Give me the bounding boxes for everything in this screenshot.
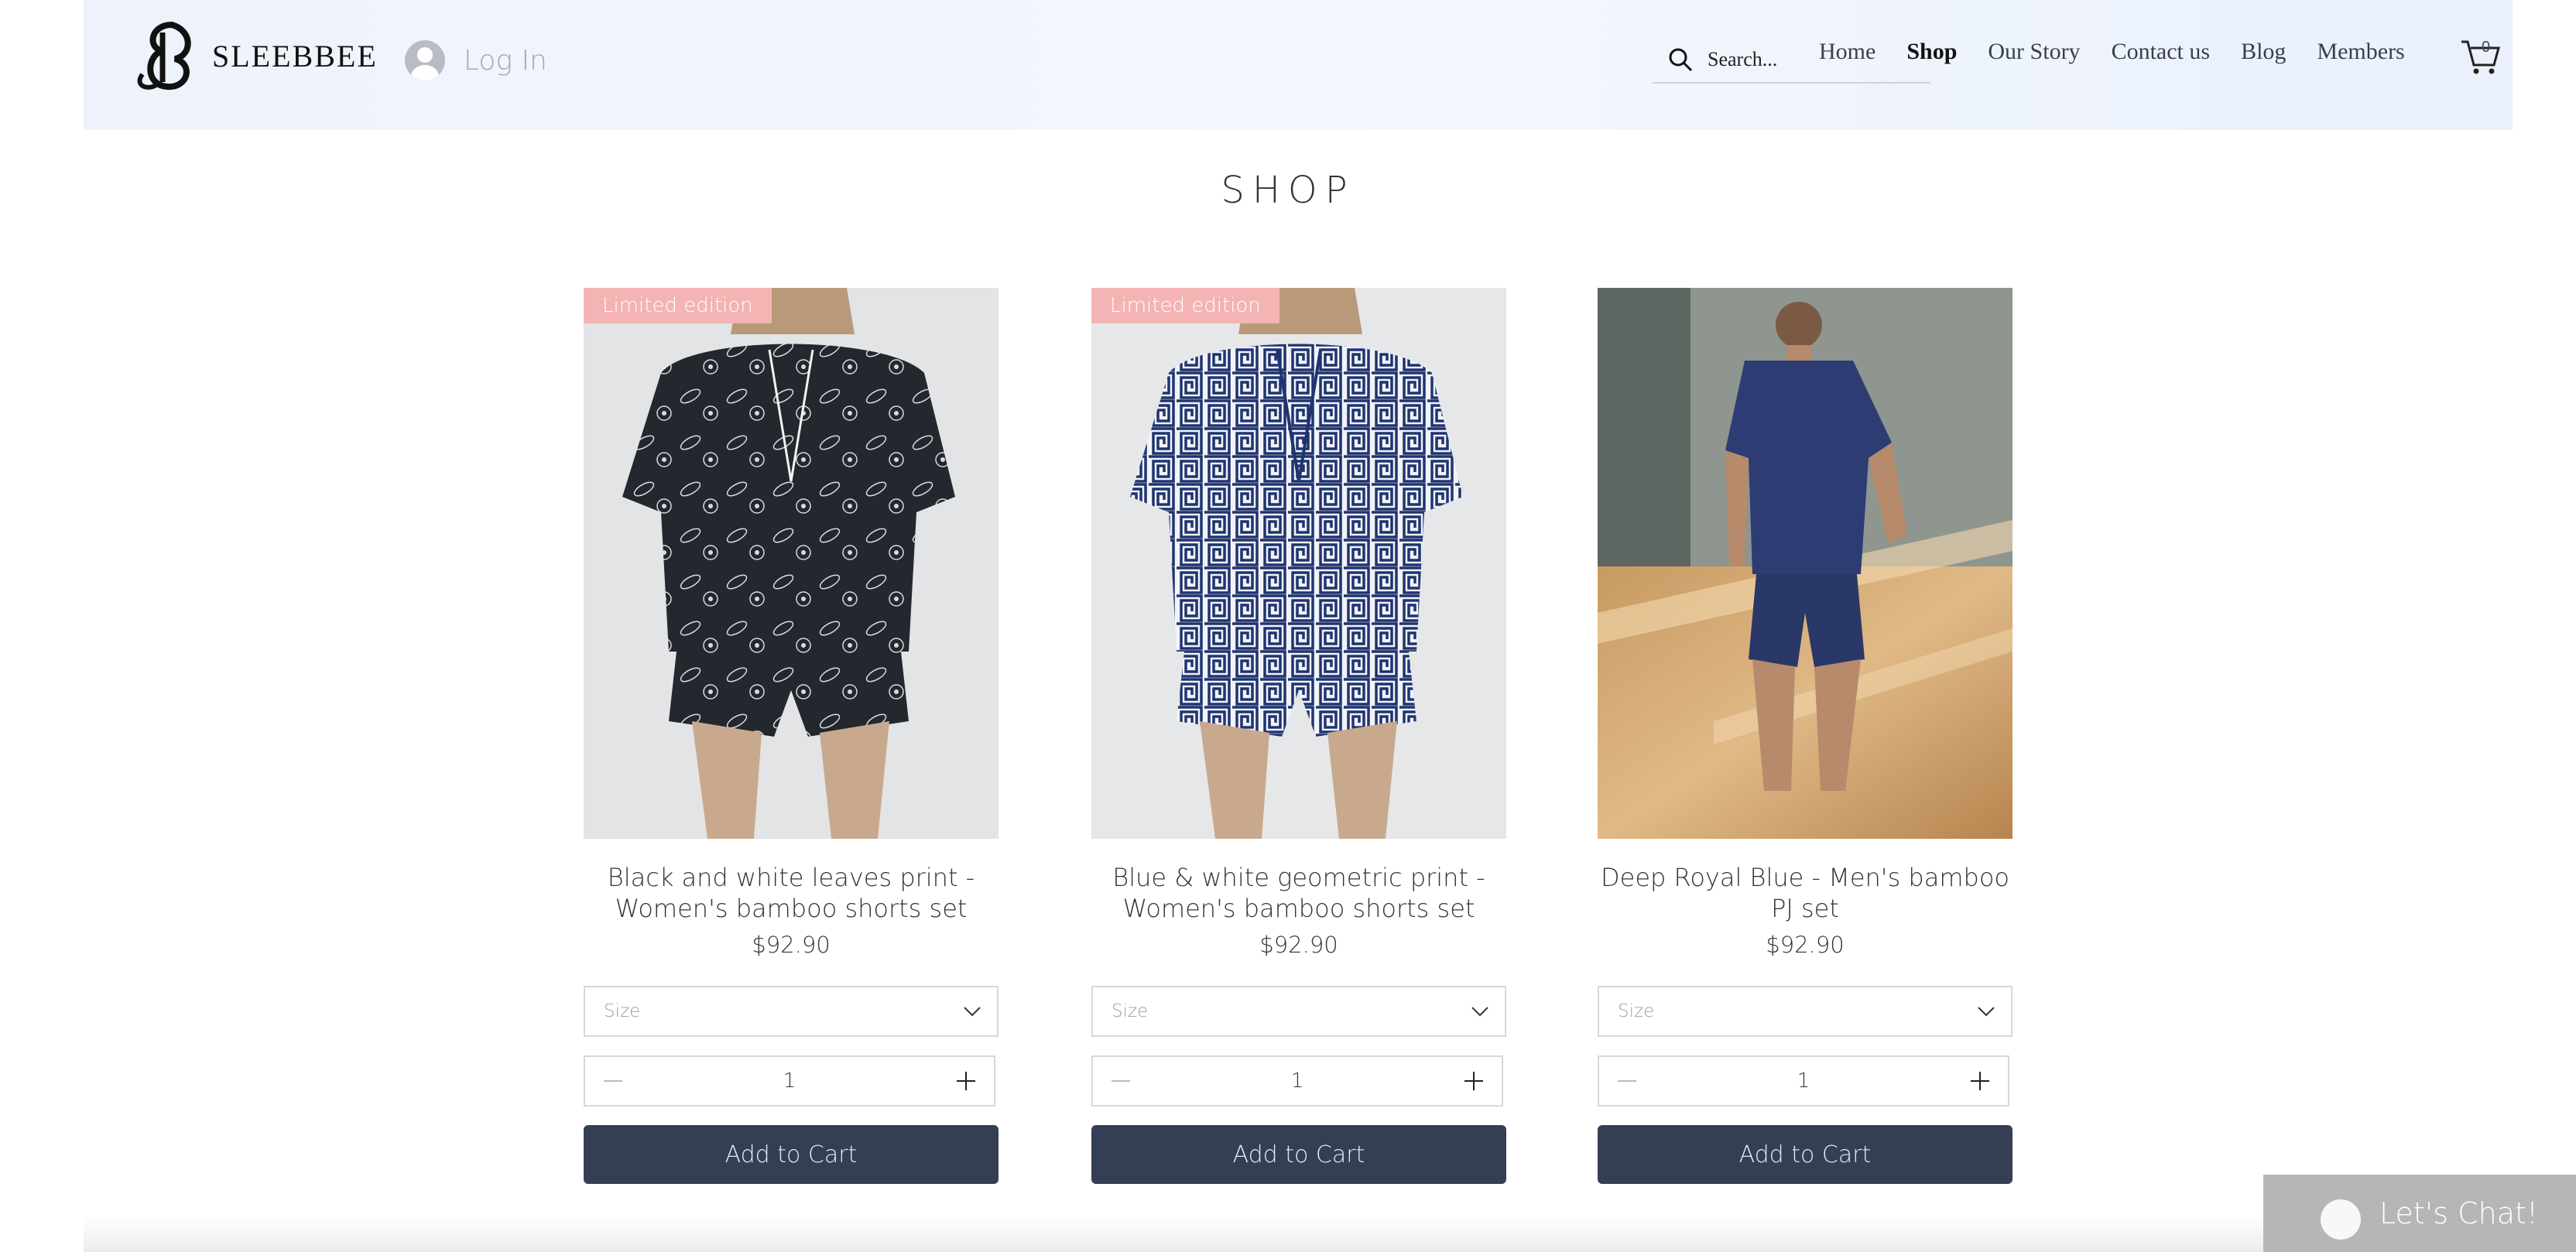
product-card: Deep Royal Blue - Men's bamboo PJ set $9… [1598, 288, 2012, 1184]
product-controls: Size 1 Add to Cart [1091, 986, 1506, 1184]
add-to-cart-button[interactable]: Add to Cart [1598, 1125, 2012, 1184]
product-price: $92.90 [1766, 932, 1845, 958]
product-price: $92.90 [752, 932, 831, 958]
nav-blog[interactable]: Blog [2241, 39, 2286, 65]
size-placeholder: Size [1112, 1001, 1149, 1021]
quantity-stepper: 1 [584, 1055, 995, 1107]
plus-icon[interactable] [1458, 1066, 1489, 1096]
quantity-value[interactable]: 1 [783, 1069, 796, 1093]
minus-icon[interactable] [1612, 1066, 1643, 1096]
brand-logo[interactable]: SLEEBBEE [127, 17, 378, 94]
nav-shop[interactable]: Shop [1906, 39, 1957, 65]
product-photo [1091, 288, 1506, 839]
site-header: SLEEBBEE Log In Home Shop Our Story Cont… [84, 0, 2513, 130]
quantity-value[interactable]: 1 [1291, 1069, 1304, 1093]
minus-icon[interactable] [1105, 1066, 1136, 1096]
cart-count: 0 [2482, 39, 2491, 56]
search-icon[interactable] [1667, 46, 1694, 73]
size-placeholder: Size [1618, 1001, 1655, 1021]
product-photo [584, 288, 999, 839]
product-name[interactable]: Deep Royal Blue - Men's bamboo PJ set [1598, 862, 2012, 924]
product-photo [1598, 288, 2012, 839]
limited-edition-ribbon: Limited edition [584, 288, 772, 323]
product-image[interactable]: Limited edition [1091, 288, 1506, 839]
limited-edition-ribbon: Limited edition [1091, 288, 1279, 323]
quantity-stepper: 1 [1091, 1055, 1503, 1107]
avatar-icon [405, 40, 445, 80]
login-button[interactable]: Log In [405, 40, 547, 80]
cart-icon [2461, 40, 2500, 74]
add-to-cart-button[interactable]: Add to Cart [1091, 1125, 1506, 1184]
plus-icon[interactable] [1965, 1066, 1995, 1096]
product-image[interactable] [1598, 288, 2012, 839]
nav-contact-us[interactable]: Contact us [2112, 39, 2211, 65]
product-name[interactable]: Blue & white geometric print - Women's b… [1091, 862, 1506, 924]
plus-icon[interactable] [951, 1066, 981, 1096]
chat-widget-button[interactable]: Let's Chat! [2263, 1175, 2576, 1252]
login-label: Log In [464, 44, 547, 77]
product-controls: Size 1 Add to Cart [1598, 986, 2012, 1184]
size-dropdown[interactable]: Size [1598, 986, 2012, 1037]
add-to-cart-button[interactable]: Add to Cart [584, 1125, 999, 1184]
cart-button[interactable]: 0 [2458, 31, 2502, 77]
chat-label: Let's Chat! [2379, 1196, 2539, 1230]
chevron-down-icon [964, 1007, 981, 1017]
brand-logo-mark [137, 21, 191, 91]
nav-members[interactable]: Members [2317, 39, 2404, 65]
minus-icon[interactable] [598, 1066, 629, 1096]
product-image[interactable]: Limited edition [584, 288, 999, 839]
quantity-value[interactable]: 1 [1797, 1069, 1810, 1093]
brand-name: SLEEBBEE [212, 38, 378, 74]
product-name[interactable]: Black and white leaves print - Women's b… [584, 862, 999, 924]
page-title: SHOP [1221, 169, 1355, 212]
size-dropdown[interactable]: Size [584, 986, 999, 1037]
nav-our-story[interactable]: Our Story [1988, 39, 2080, 65]
product-card: Limited edition Blue & white geometric p… [1091, 288, 1506, 1184]
product-price: $92.90 [1259, 932, 1338, 958]
bottom-shadow [84, 1215, 2263, 1252]
size-placeholder: Size [604, 1001, 641, 1021]
chevron-down-icon [1978, 1007, 1995, 1017]
quantity-stepper: 1 [1598, 1055, 2009, 1107]
chevron-down-icon [1471, 1007, 1488, 1017]
size-dropdown[interactable]: Size [1091, 986, 1506, 1037]
product-controls: Size 1 Add to Cart [584, 986, 999, 1184]
product-card: Limited edition Black and white leaves p… [584, 288, 999, 1184]
main-nav: Home Shop Our Story Contact us Blog Memb… [1819, 39, 2436, 65]
nav-home[interactable]: Home [1819, 39, 1875, 65]
chat-icon [2321, 1199, 2361, 1240]
